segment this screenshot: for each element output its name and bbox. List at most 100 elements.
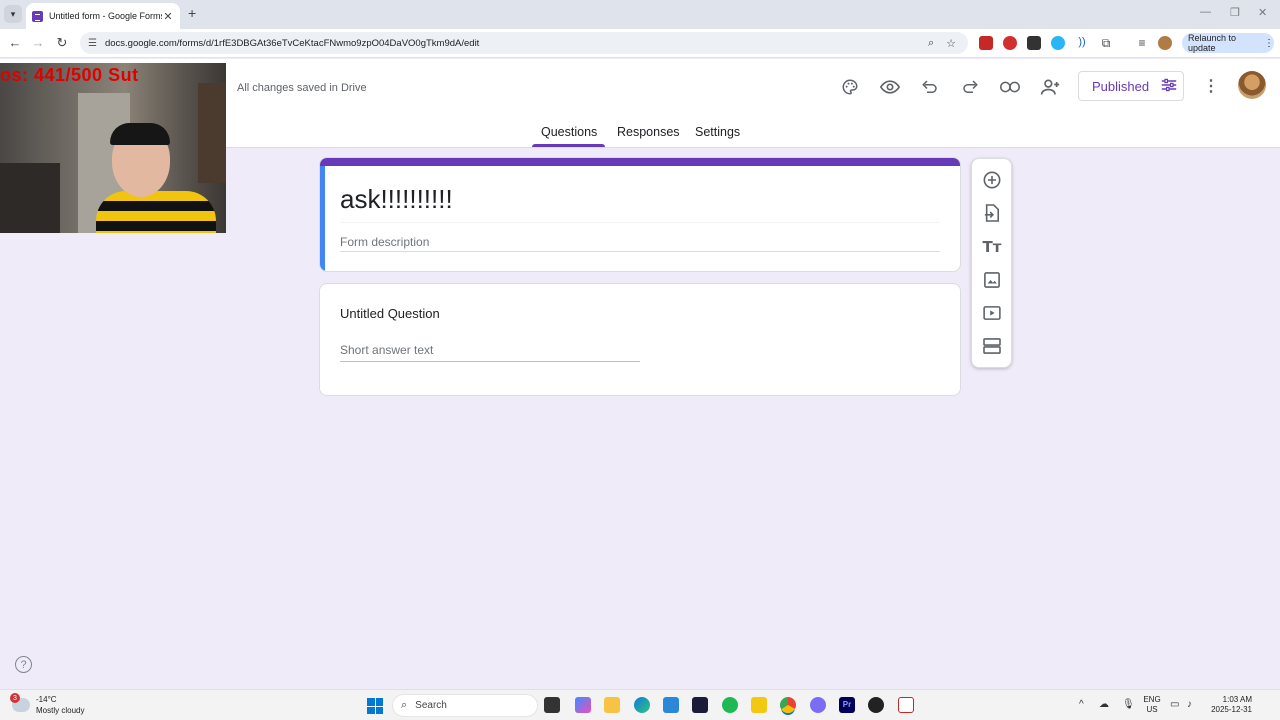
language-line-1: ENG: [1143, 695, 1161, 704]
account-avatar[interactable]: [1238, 71, 1266, 99]
chrome-icon[interactable]: [780, 697, 796, 713]
premiere-pro-icon[interactable]: Pr: [839, 697, 855, 713]
obs-icon[interactable]: [868, 697, 884, 713]
import-questions-icon[interactable]: [980, 201, 1004, 225]
relaunch-update-button[interactable]: Relaunch to update ⋮: [1182, 33, 1274, 53]
floating-side-toolbar: Tт: [971, 158, 1012, 368]
browser-tab[interactable]: Untitled form - Google Forms ✕: [26, 3, 180, 29]
new-tab-button[interactable]: +: [188, 5, 196, 21]
file-explorer-icon[interactable]: [604, 697, 620, 713]
clock[interactable]: 1:03 AM 2025-12-31: [1204, 695, 1252, 715]
add-video-icon[interactable]: [980, 301, 1004, 325]
tab-questions[interactable]: Questions: [541, 125, 597, 139]
zoom-icon[interactable]: ⌕: [928, 37, 934, 50]
webcam-shelf: [0, 163, 60, 233]
webcam-coat: [198, 83, 226, 183]
webcam-ticker-text: os: 441/500 Sut: [0, 65, 139, 85]
copilot-icon[interactable]: [575, 697, 591, 713]
close-window-button[interactable]: ✕: [1258, 6, 1267, 19]
extension-icon-4[interactable]: [1051, 36, 1065, 50]
customize-theme-palette-icon[interactable]: [838, 75, 862, 99]
clock-time: 1:03 AM: [1222, 695, 1252, 704]
chrome-menu-icon[interactable]: ⋮: [1264, 38, 1274, 49]
extension-icon-5[interactable]: )): [1075, 36, 1089, 50]
taskbar-search-label: Search: [415, 700, 447, 711]
title-underline: [340, 222, 940, 223]
add-collaborators-icon[interactable]: [1038, 75, 1062, 99]
language-indicator[interactable]: ENG US: [1141, 695, 1163, 715]
task-view-icon[interactable]: [544, 697, 560, 713]
redo-icon[interactable]: [958, 75, 982, 99]
form-title-card[interactable]: ask!!!!!!!!!! Form description: [319, 157, 961, 272]
extension-icon-1[interactable]: [979, 36, 993, 50]
extension-icon-3[interactable]: [1027, 36, 1041, 50]
windows-taskbar: 3 -14°C Mostly cloudy ⌕ Search Pr ^ ☁ 🎙 …: [0, 689, 1280, 720]
more-options-icon[interactable]: ⋮: [1203, 76, 1219, 96]
snipping-tool-icon[interactable]: [898, 697, 914, 713]
title-card-focus-bar: [320, 166, 325, 271]
question-title[interactable]: Untitled Question: [340, 306, 440, 321]
saved-status: All changes saved in Drive: [237, 82, 367, 94]
url-text: docs.google.com/forms/d/1rfE3DBGAt36eTvC…: [104, 37, 480, 49]
extensions-puzzle-icon[interactable]: ⧉: [1099, 36, 1113, 50]
add-question-icon[interactable]: [980, 168, 1004, 192]
add-section-icon[interactable]: [980, 334, 1004, 358]
copy-link-icon[interactable]: [998, 75, 1022, 99]
active-tab-indicator: [532, 144, 605, 147]
add-image-icon[interactable]: [980, 268, 1004, 292]
add-title-icon[interactable]: Tт: [980, 235, 1004, 259]
webcam-overlay: os: 441/500 Sut: [0, 63, 226, 233]
form-description-input[interactable]: Form description: [340, 235, 429, 249]
short-answer-placeholder: Short answer text: [340, 343, 434, 357]
cloud-off-icon[interactable]: ☁: [1099, 699, 1109, 710]
edge-icon[interactable]: [634, 697, 650, 713]
webcam-person-body: [96, 191, 216, 233]
address-bar[interactable]: ☰ docs.google.com/forms/d/1rfE3DBGAt36eT…: [80, 32, 968, 54]
preview-eye-icon[interactable]: [878, 75, 902, 99]
site-info-icon[interactable]: ☰: [88, 38, 97, 49]
profile-avatar-icon[interactable]: [1158, 36, 1172, 50]
weather-widget[interactable]: 3 -14°C Mostly cloudy: [10, 693, 85, 716]
tab-close-icon[interactable]: ✕: [162, 10, 174, 23]
app-icon-dark[interactable]: [692, 697, 708, 713]
start-button[interactable]: [367, 698, 383, 714]
weather-temperature: -14°C: [36, 695, 57, 704]
question-card[interactable]: Untitled Question Short answer text: [319, 283, 961, 396]
short-answer-underline: [340, 361, 640, 362]
search-icon: ⌕: [401, 699, 408, 711]
forward-button[interactable]: →: [30, 35, 46, 50]
app-icon-yellow[interactable]: [751, 697, 767, 713]
spotify-icon[interactable]: [722, 697, 738, 713]
title-card-accent-bar: [320, 158, 960, 166]
maximize-window-button[interactable]: ❐: [1230, 6, 1240, 19]
description-underline: [340, 251, 940, 252]
published-button[interactable]: Published: [1078, 71, 1184, 101]
undo-icon[interactable]: [918, 75, 942, 99]
show-hidden-icons-chevron-icon[interactable]: ^: [1079, 699, 1084, 710]
microphone-icon[interactable]: 🎙: [1122, 699, 1135, 710]
published-label: Published: [1092, 78, 1150, 94]
tab-responses[interactable]: Responses: [617, 125, 680, 139]
weather-badge: 3: [10, 693, 20, 703]
discord-icon[interactable]: [810, 697, 826, 713]
browser-toolbar: ← → ↻ ☰ docs.google.com/forms/d/1rfE3DBG…: [0, 29, 1280, 58]
network-icon[interactable]: ▭: [1170, 699, 1179, 710]
relaunch-label: Relaunch to update: [1188, 33, 1237, 53]
help-icon[interactable]: ?: [15, 656, 32, 673]
tab-title: Untitled form - Google Forms: [49, 11, 162, 21]
reload-button[interactable]: ↻: [54, 35, 70, 51]
taskbar-search[interactable]: ⌕ Search: [392, 694, 538, 717]
form-title-input[interactable]: ask!!!!!!!!!!: [340, 184, 453, 215]
language-line-2: US: [1146, 705, 1158, 714]
volume-icon[interactable]: ♪: [1187, 699, 1192, 710]
tab-settings[interactable]: Settings: [695, 125, 740, 139]
tab-search-button[interactable]: ▾: [4, 5, 22, 23]
notepad-icon[interactable]: [663, 697, 679, 713]
weather-description: Mostly cloudy: [36, 706, 85, 715]
extension-icon-2[interactable]: [1003, 36, 1017, 50]
minimize-window-button[interactable]: —: [1200, 6, 1211, 18]
bookmark-star-icon[interactable]: ☆: [946, 37, 956, 50]
media-controls-icon[interactable]: ≡: [1135, 36, 1149, 50]
tune-settings-icon: [1161, 78, 1177, 95]
back-button[interactable]: ←: [7, 35, 23, 50]
